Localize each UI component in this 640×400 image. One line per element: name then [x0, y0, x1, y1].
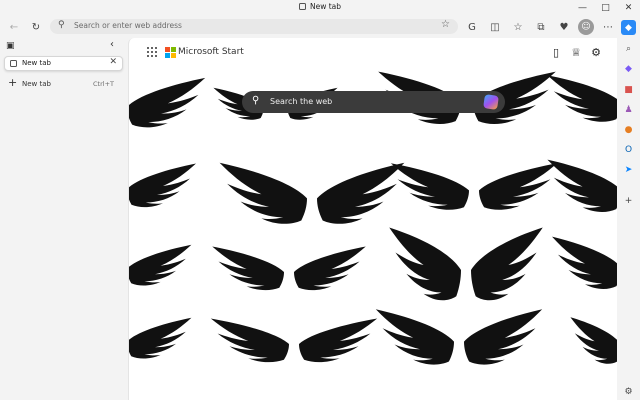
plus-icon: + — [8, 76, 18, 89]
new-tab-shortcut: Ctrl+T — [93, 80, 114, 88]
vertical-tabs-sidebar: ▣ ‹ New tab ✕ + New tab Ctrl+T — [0, 38, 128, 400]
collapse-pane-icon[interactable]: ‹ — [110, 39, 114, 50]
search-placeholder: Search the web — [270, 97, 333, 106]
outlook-icon[interactable]: O — [621, 142, 636, 157]
search-icon: ⚲ — [252, 95, 260, 106]
new-tab-page-icon — [10, 60, 17, 67]
wings-pair-4 — [390, 159, 617, 212]
web-search-box[interactable]: ⚲ Search the web — [242, 91, 505, 113]
close-tab-icon[interactable]: ✕ — [109, 57, 117, 67]
tab-icon — [298, 3, 306, 10]
address-placeholder: Search or enter web address — [74, 21, 182, 30]
window-title: New tab — [0, 2, 640, 11]
games-icon[interactable]: ♟ — [621, 102, 636, 117]
new-tab-label: New tab — [22, 80, 51, 88]
page-settings-icon[interactable]: ⚙ — [589, 45, 603, 59]
add-icon[interactable]: + — [621, 193, 636, 208]
wings-pair-7 — [129, 317, 378, 363]
toolbox-icon[interactable]: ■ — [621, 82, 636, 97]
wings-pair-6 — [389, 227, 617, 301]
send-icon[interactable]: ➤ — [621, 162, 636, 177]
tab-actions-icon[interactable]: ▣ — [6, 41, 15, 51]
wings-pair-5 — [129, 244, 366, 291]
back-button[interactable]: ← — [6, 19, 22, 35]
wings-pair-3 — [129, 162, 405, 224]
title-bar: New tab — □ ✕ — [0, 0, 640, 16]
collections-icon[interactable]: ⧉ — [533, 19, 549, 35]
rewards-trophy-icon[interactable]: ♕ — [569, 45, 583, 59]
window-controls: — □ ✕ — [571, 0, 640, 16]
page-content: Microsoft Start ▯ ♕ ⚙ ⚲ Search the web — [128, 38, 617, 400]
copilot-icon[interactable] — [483, 94, 499, 110]
more-menu-icon[interactable]: ⋯ — [600, 19, 616, 35]
address-bar[interactable]: ⚲ Search or enter web address ☆ — [50, 19, 458, 34]
browser-essentials-icon[interactable]: ♥ — [556, 19, 572, 35]
profile-avatar[interactable]: ☺ — [578, 19, 594, 35]
tab-label: New tab — [22, 59, 51, 67]
split-screen-icon[interactable]: ◫ — [487, 19, 503, 35]
microsoft-logo-icon — [165, 47, 176, 58]
app-launcher-icon[interactable] — [147, 47, 157, 57]
wings-pair-8 — [375, 309, 617, 365]
maximize-button[interactable]: □ — [594, 0, 617, 16]
new-tab-button[interactable]: + New tab Ctrl+T — [6, 76, 120, 90]
microsoft-start-header: Microsoft Start — [147, 47, 244, 58]
office-icon[interactable]: ● — [621, 122, 636, 137]
browser-toolbar: ← ↻ ⚲ Search or enter web address ☆ G ◫ … — [0, 16, 640, 38]
settings-icon[interactable]: ⚙ — [621, 384, 636, 399]
extension-icon[interactable]: G — [464, 19, 480, 35]
edge-sidebar: ◆ ⌕ ◆ ■ ♟ ● O ➤ + ⚙ — [617, 16, 640, 400]
close-window-button[interactable]: ✕ — [617, 0, 640, 16]
minimize-button[interactable]: — — [571, 0, 594, 16]
brand-name: Microsoft Start — [178, 47, 244, 57]
refresh-button[interactable]: ↻ — [28, 19, 44, 35]
search-icon[interactable]: ⌕ — [621, 41, 636, 56]
search-icon: ⚲ — [58, 20, 65, 30]
tab-new-tab[interactable]: New tab ✕ — [4, 56, 123, 71]
favorite-star-icon[interactable]: ☆ — [441, 19, 450, 30]
tag-icon[interactable]: ◆ — [621, 61, 636, 76]
favorites-icon[interactable]: ☆ — [510, 19, 526, 35]
mobile-app-icon[interactable]: ▯ — [549, 45, 563, 59]
copilot-icon[interactable]: ◆ — [621, 20, 636, 35]
